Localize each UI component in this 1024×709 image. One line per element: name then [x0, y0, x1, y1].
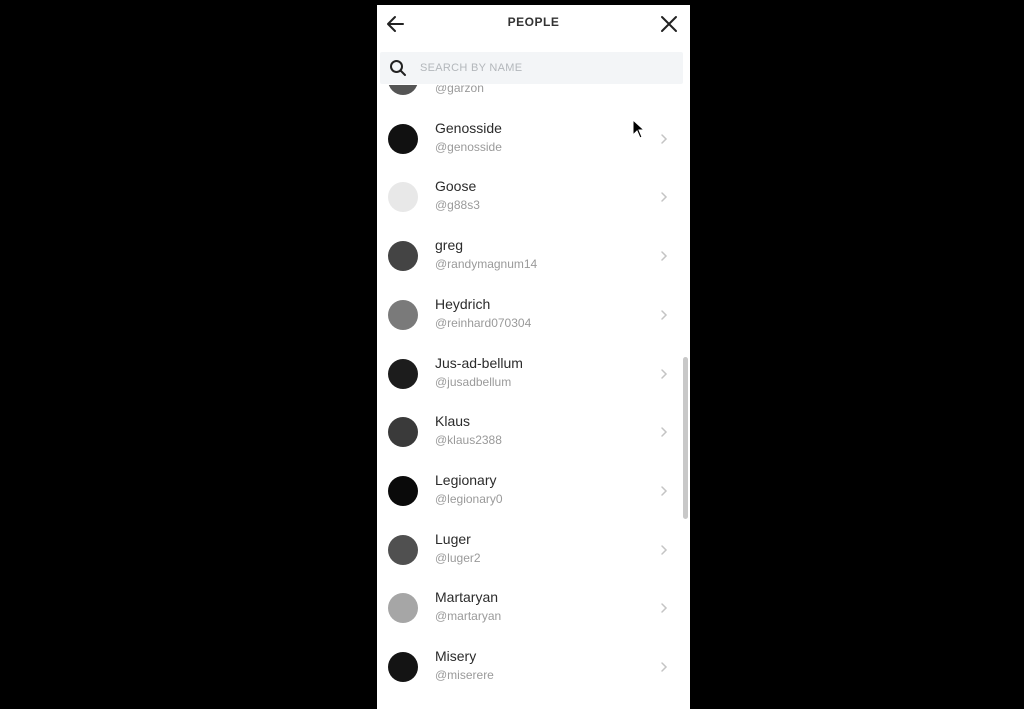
person-handle: @miserere	[435, 668, 494, 682]
close-icon[interactable]	[658, 13, 680, 35]
list-item[interactable]: Martaryan @martaryan	[377, 579, 690, 637]
avatar	[388, 299, 418, 330]
person-name: Legionary	[435, 471, 497, 488]
people-list: @garzon Genosside @genosside Goose @g88s3 gre…	[377, 85, 690, 709]
chevron-right-icon	[661, 662, 668, 672]
list-item[interactable]: @garzon	[377, 85, 690, 109]
person-name: greg	[435, 237, 464, 254]
avatar	[388, 652, 418, 682]
person-name: Heydrich	[435, 295, 491, 312]
chevron-right-icon	[661, 251, 668, 261]
avatar	[388, 123, 418, 154]
person-handle: @genosside	[435, 139, 502, 154]
person-name: Martaryan	[435, 589, 499, 606]
person-name: Genosside	[435, 119, 502, 136]
person-handle: @reinhard070304	[435, 315, 532, 330]
search-input[interactable]	[420, 52, 675, 84]
chevron-right-icon	[661, 310, 668, 320]
search-bar	[380, 52, 683, 84]
chevron-right-icon	[661, 192, 668, 203]
person-handle: @klaus2388	[435, 433, 502, 448]
avatar	[388, 534, 418, 565]
chevron-right-icon	[661, 603, 668, 614]
chevron-right-icon	[661, 486, 668, 496]
person-name: Misery	[435, 648, 477, 664]
scrollbar[interactable]	[683, 357, 688, 519]
mouse-cursor-icon	[632, 119, 646, 139]
person-handle: @martaryan	[435, 609, 502, 624]
avatar	[388, 358, 418, 389]
avatar	[388, 182, 418, 213]
header: PEOPLE	[377, 5, 690, 45]
person-handle: @g88s3	[435, 198, 480, 213]
avatar	[388, 417, 418, 448]
list-item[interactable]: Misery @miserere	[377, 638, 690, 696]
chevron-right-icon	[659, 85, 669, 87]
list-item[interactable]: Jus-ad-bellum @jusadbellum	[377, 345, 690, 403]
avatar	[388, 593, 418, 624]
person-name: Klaus	[435, 413, 471, 430]
chevron-right-icon	[661, 544, 668, 555]
list-item[interactable]: Legionary @legionary0	[377, 462, 690, 520]
avatar	[388, 475, 418, 506]
person-handle: @randymagnum14	[435, 257, 538, 272]
list-item[interactable]: Luger @luger2	[377, 521, 690, 579]
people-panel: PEOPLE @garzon Genosside @genosside Goose @g…	[377, 5, 690, 709]
list-item[interactable]: Klaus @klaus2388	[377, 403, 690, 461]
person-handle: @legionary0	[435, 491, 503, 506]
search-icon	[390, 60, 406, 76]
chevron-right-icon	[661, 427, 668, 437]
page-title: PEOPLE	[507, 15, 560, 29]
chevron-right-icon	[661, 133, 668, 144]
list-item[interactable]: greg @randymagnum14	[377, 227, 690, 285]
person-handle: @garzon	[435, 85, 484, 95]
list-item[interactable]: Goose @g88s3	[377, 168, 690, 226]
person-handle: @jusadbellum	[435, 374, 512, 389]
avatar	[388, 241, 418, 272]
chevron-right-icon	[661, 368, 668, 379]
person-handle: @luger2	[435, 550, 481, 565]
avatar	[388, 85, 418, 95]
list-item[interactable]: Heydrich @reinhard070304	[377, 286, 690, 344]
person-name: Jus-ad-bellum	[435, 354, 523, 371]
person-name: Goose	[435, 178, 477, 195]
person-name: Luger	[435, 530, 471, 547]
